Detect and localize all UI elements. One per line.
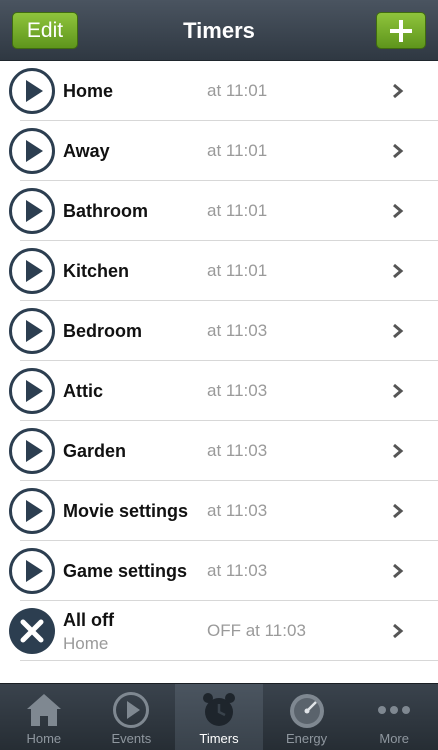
timer-time: OFF at 11:03 xyxy=(207,621,306,640)
more-dots-icon xyxy=(378,706,411,714)
timer-row-away[interactable]: Away at 11:01 xyxy=(0,121,438,181)
add-timer-button[interactable] xyxy=(376,12,426,49)
timer-row-attic[interactable]: Attic at 11:03 xyxy=(0,361,438,421)
chevron-right-icon xyxy=(393,443,404,459)
chevron-right-icon xyxy=(393,83,404,99)
play-circle-icon xyxy=(113,692,150,728)
timer-row-garden[interactable]: Garden at 11:03 xyxy=(0,421,438,481)
chevron-right-icon xyxy=(393,563,404,579)
timer-row-bedroom[interactable]: Bedroom at 11:03 xyxy=(0,301,438,361)
timer-time: at 11:01 xyxy=(207,141,268,160)
timer-row-movie-settings[interactable]: Movie settings at 11:03 xyxy=(0,481,438,541)
timer-list: Home at 11:01 Away at 11:01 Bathroom at … xyxy=(0,61,438,661)
close-icon[interactable] xyxy=(8,607,56,655)
timer-time: at 11:01 xyxy=(207,261,268,280)
timer-subtitle: Home xyxy=(63,634,109,653)
house-icon xyxy=(26,694,61,726)
timer-row-game-settings[interactable]: Game settings at 11:03 xyxy=(0,541,438,601)
chevron-right-icon xyxy=(393,263,404,279)
timer-name: Bathroom xyxy=(63,201,148,221)
tab-bar: Home Events Timers Energy More xyxy=(0,683,438,750)
chevron-right-icon xyxy=(393,143,404,159)
timer-time: at 11:03 xyxy=(207,501,268,520)
timer-name: Home xyxy=(63,81,114,101)
timer-name: Movie settings xyxy=(63,501,189,521)
play-icon[interactable] xyxy=(8,127,56,175)
timer-time: at 11:03 xyxy=(207,381,268,400)
tab-label: Events xyxy=(111,731,152,746)
timer-row-home[interactable]: Home at 11:01 xyxy=(0,61,438,121)
tab-label: Home xyxy=(26,731,62,746)
tab-events[interactable]: Events xyxy=(88,684,176,750)
play-icon[interactable] xyxy=(8,247,56,295)
tab-energy[interactable]: Energy xyxy=(263,684,351,750)
gauge-icon xyxy=(289,694,324,728)
play-icon[interactable] xyxy=(8,547,56,595)
tab-label: Energy xyxy=(285,731,328,746)
timer-name: Garden xyxy=(63,441,127,461)
timer-name: Bedroom xyxy=(63,321,143,341)
alarm-clock-icon xyxy=(202,693,235,726)
tab-more[interactable]: More xyxy=(350,684,438,750)
chevron-right-icon xyxy=(393,323,404,339)
timer-time: at 11:03 xyxy=(207,441,268,460)
chevron-right-icon xyxy=(393,623,404,639)
chevron-right-icon xyxy=(393,503,404,519)
play-icon[interactable] xyxy=(8,487,56,535)
navigation-bar: Edit Timers xyxy=(0,0,438,61)
plus-icon xyxy=(390,19,412,42)
chevron-right-icon xyxy=(393,383,404,399)
timer-row-bathroom[interactable]: Bathroom at 11:01 xyxy=(0,181,438,241)
tab-home[interactable]: Home xyxy=(0,684,88,750)
timer-name: Kitchen xyxy=(63,261,130,281)
timer-name: All off xyxy=(63,610,114,630)
timer-name: Attic xyxy=(63,381,103,401)
timer-time: at 11:03 xyxy=(207,321,268,340)
timer-row-kitchen[interactable]: Kitchen at 11:01 xyxy=(0,241,438,301)
play-icon[interactable] xyxy=(8,187,56,235)
timer-name: Game settings xyxy=(63,561,188,581)
timer-time: at 11:03 xyxy=(207,561,268,580)
page-title: Timers xyxy=(183,18,255,43)
play-icon[interactable] xyxy=(8,67,56,115)
play-icon[interactable] xyxy=(8,307,56,355)
tab-label: Timers xyxy=(199,731,239,746)
timer-time: at 11:01 xyxy=(207,81,268,100)
tab-label: More xyxy=(379,731,409,746)
chevron-right-icon xyxy=(393,203,404,219)
tab-timers[interactable]: Timers xyxy=(175,684,263,750)
timer-time: at 11:01 xyxy=(207,201,268,220)
timer-row-all-off[interactable]: All off Home OFF at 11:03 xyxy=(0,601,438,661)
timer-name: Away xyxy=(63,141,110,161)
play-icon[interactable] xyxy=(8,427,56,475)
play-icon[interactable] xyxy=(8,367,56,415)
